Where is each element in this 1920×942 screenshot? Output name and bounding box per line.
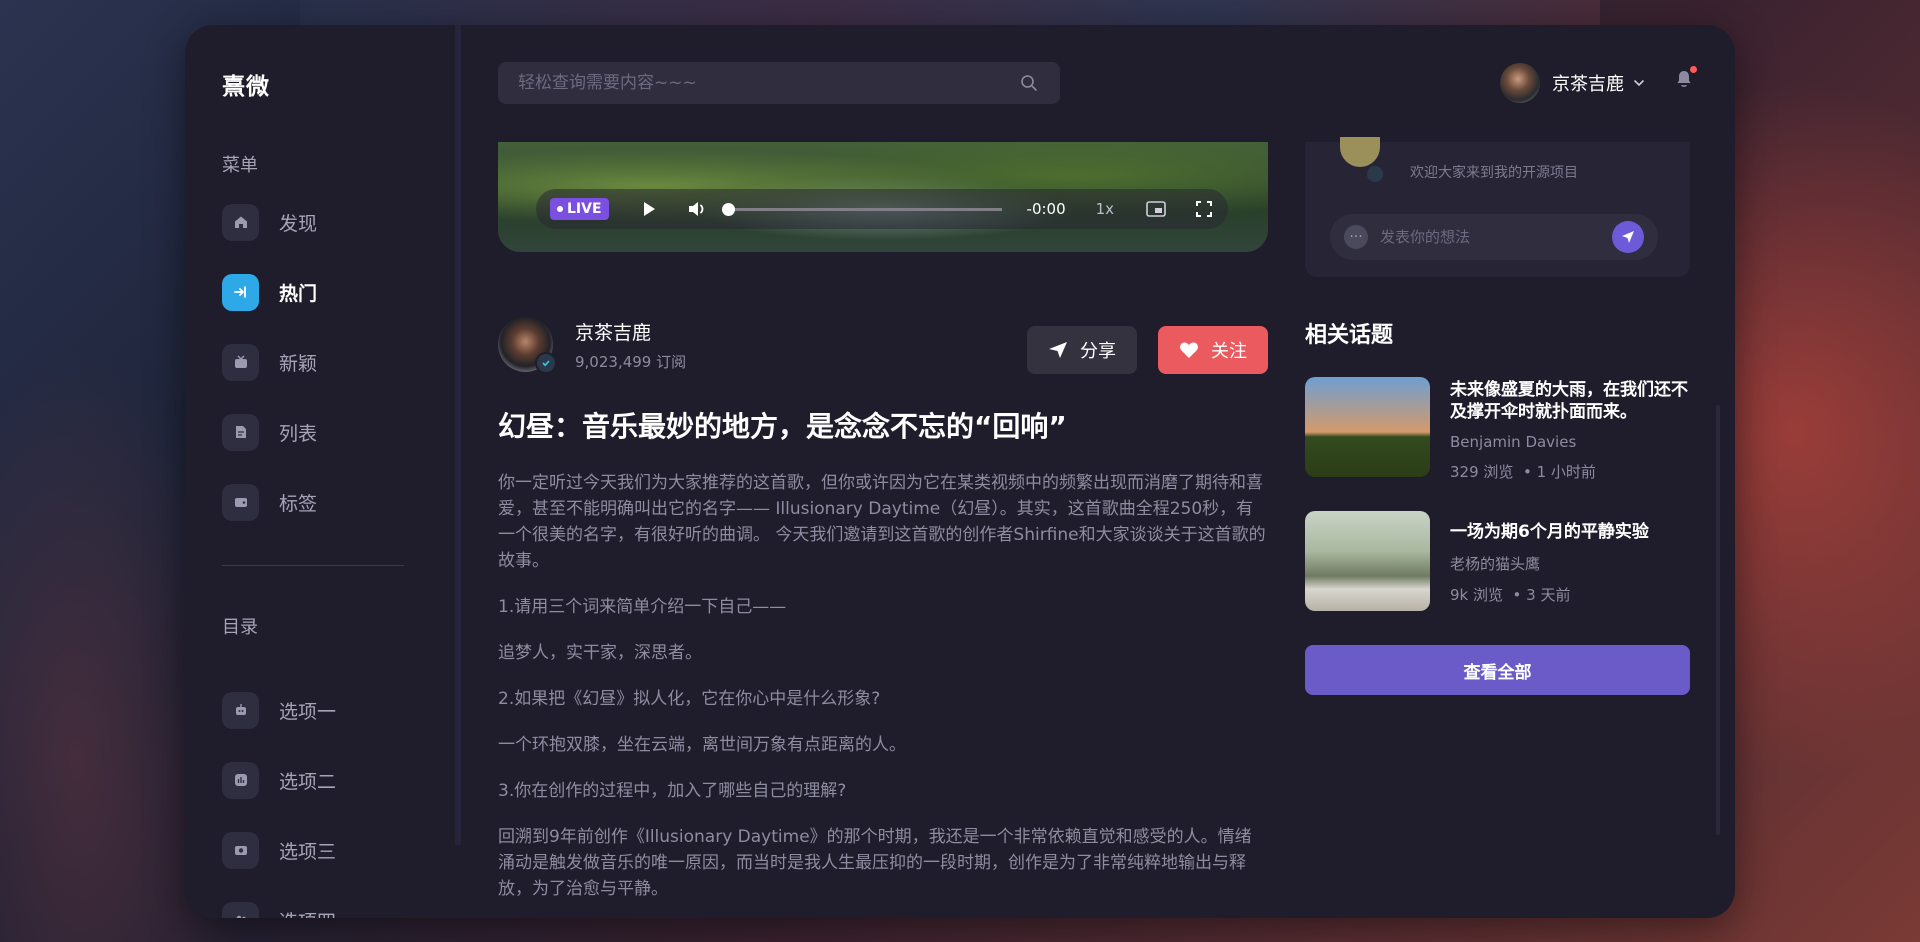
comment-input[interactable] [1368, 227, 1612, 247]
video-player[interactable]: LIVE -0:00 1x [498, 142, 1268, 252]
avatar [1340, 137, 1380, 167]
sidebar-item-hot[interactable]: 热门 [222, 272, 317, 312]
playback-rate[interactable]: 1x [1096, 200, 1114, 218]
topic-title: 一场为期6个月的平静实验 [1450, 522, 1649, 542]
sidebar-item-label: 列表 [279, 422, 318, 445]
catalog-section-title: 目录 [222, 617, 258, 638]
sidebar-border [455, 25, 461, 845]
heart-icon [1180, 342, 1198, 358]
sidebar-divider [222, 565, 404, 566]
related-topic-item[interactable]: 一场为期6个月的平静实验 老杨的猫头鹰 9k 浏览 • 3 天前 [1305, 511, 1690, 611]
chevron-down-icon [1634, 80, 1644, 87]
sidebar: 熹微 菜单 发现 热门 新颖 列表 标签 目录 选项一 选项二 选项三 [185, 25, 455, 918]
more-icon[interactable]: ··· [1344, 225, 1368, 249]
article-title: 幻昼：音乐最妙的地方，是念念不忘的“回响” [498, 410, 1067, 443]
sidebar-item-label: 热门 [279, 282, 318, 305]
related-topics-title: 相关话题 [1305, 323, 1394, 348]
topic-title: 未来像盛夏的大雨，在我们还不及撑开伞时就扑面而来。 [1450, 380, 1688, 422]
search-bar [498, 62, 1060, 104]
scrollbar[interactable] [1716, 405, 1720, 835]
topic-author: 老杨的猫头鹰 [1450, 555, 1541, 573]
topic-thumbnail [1305, 511, 1430, 611]
sidebar-item-option-2[interactable]: 选项二 [222, 760, 336, 800]
sidebar-item-label: 新颖 [279, 352, 318, 375]
subscriber-count: 9,023,499 订阅 [575, 352, 687, 371]
sidebar-item-new[interactable]: 新颖 [222, 342, 317, 382]
comment-preview: 欢迎大家来到我的开源项目 [1410, 165, 1578, 181]
article-paragraph: 追梦人，实干家，深思者。 [498, 643, 702, 663]
notification-bell-icon[interactable] [1673, 66, 1697, 92]
search-icon[interactable] [1018, 72, 1040, 94]
tv-icon [222, 343, 259, 381]
send-button[interactable] [1612, 221, 1644, 253]
author-name[interactable]: 京茶吉鹿 [575, 318, 686, 345]
avatar[interactable] [498, 317, 557, 374]
article-paragraph: 3.你在创作的过程中，加入了哪些自己的理解? [498, 781, 847, 801]
sidebar-item-label: 选项四 [279, 907, 336, 919]
notification-dot [1690, 66, 1697, 73]
article-paragraph: 一个环抱双膝，坐在云端，离世间万象有点距离的人。 [498, 735, 906, 755]
sidebar-item-option-3[interactable]: 选项三 [222, 830, 336, 870]
robot-icon [222, 691, 259, 729]
topic-meta: 329 浏览 • 1 小时前 [1450, 463, 1596, 481]
related-topic-item[interactable]: 未来像盛夏的大雨，在我们还不及撑开伞时就扑面而来。 Benjamin Davie… [1305, 377, 1690, 482]
sidebar-item-label: 选项三 [279, 840, 337, 863]
menu-section-title: 菜单 [222, 155, 258, 176]
topic-meta: 9k 浏览 • 3 天前 [1450, 586, 1571, 604]
article-paragraph: 你一定听过今天我们为大家推荐的这首歌，但你或许因为它在某类视频中的频繁出现而消磨… [498, 473, 1266, 571]
verified-icon [1365, 164, 1385, 184]
user-menu[interactable]: 京茶吉鹿 [1500, 63, 1646, 103]
player-controls: LIVE -0:00 1x [536, 189, 1228, 229]
comment-box: ··· [1330, 214, 1658, 260]
document-icon [222, 413, 259, 451]
live-badge: LIVE [550, 198, 609, 220]
picture-in-picture-icon[interactable] [1144, 197, 1168, 221]
search-input[interactable] [498, 72, 1018, 94]
topic-thumbnail [1305, 377, 1430, 477]
home-icon [222, 203, 259, 241]
sidebar-item-list[interactable]: 列表 [222, 412, 317, 452]
sidebar-item-label: 标签 [279, 492, 318, 515]
chart-icon [222, 761, 259, 799]
send-icon [1622, 231, 1634, 243]
avatar [1500, 63, 1540, 103]
article-paragraph: 1.请用三个词来简单介绍一下自己—— [498, 597, 787, 617]
share-button[interactable]: 分享 [1027, 326, 1137, 374]
article-body: 你一定听过今天我们为大家推荐的这首歌，但你或许因为它在某类视频中的频繁出现而消磨… [498, 470, 1268, 918]
progress-knob[interactable] [721, 202, 735, 216]
topic-author: Benjamin Davies [1450, 433, 1577, 451]
follow-button[interactable]: 关注 [1158, 326, 1268, 374]
author-info: 京茶吉鹿 9,023,499 订阅 [498, 317, 687, 374]
time-remaining: -0:00 [1026, 200, 1066, 218]
verified-icon [535, 352, 557, 374]
sidebar-item-label: 选项二 [279, 770, 337, 793]
sidebar-item-option-4[interactable]: 选项四 [222, 900, 336, 918]
camera-icon [222, 831, 259, 869]
send-icon [1049, 342, 1067, 358]
login-arrow-icon [222, 273, 259, 311]
progress-slider[interactable] [721, 202, 1002, 216]
article-paragraph: 回溯到9年前创作《Illusionary Daytime》的那个时期，我还是一个… [498, 827, 1252, 899]
comment-card: 欢迎大家来到我的开源项目 ··· [1305, 137, 1690, 277]
sidebar-item-tags[interactable]: 标签 [222, 482, 317, 522]
wallet-icon [222, 483, 259, 521]
article-paragraph: 2.如果把《幻昼》拟人化，它在你心中是什么形象? [498, 689, 881, 709]
volume-icon[interactable] [685, 197, 709, 221]
app-window: 熹微 菜单 发现 热门 新颖 列表 标签 目录 选项一 选项二 选项三 轻松查询… [185, 25, 1735, 918]
users-icon [222, 901, 259, 918]
fullscreen-icon[interactable] [1192, 197, 1216, 221]
sidebar-item-label: 发现 [279, 212, 318, 235]
play-icon[interactable] [637, 197, 661, 221]
sidebar-item-discover[interactable]: 发现 [222, 202, 317, 242]
sidebar-item-option-1[interactable]: 选项一 [222, 690, 336, 730]
brand-logo[interactable]: 熹微 [222, 67, 270, 101]
user-name: 京茶吉鹿 [1552, 74, 1624, 95]
view-all-button[interactable]: 查看全部 [1305, 645, 1690, 695]
sidebar-item-label: 选项一 [279, 700, 337, 723]
